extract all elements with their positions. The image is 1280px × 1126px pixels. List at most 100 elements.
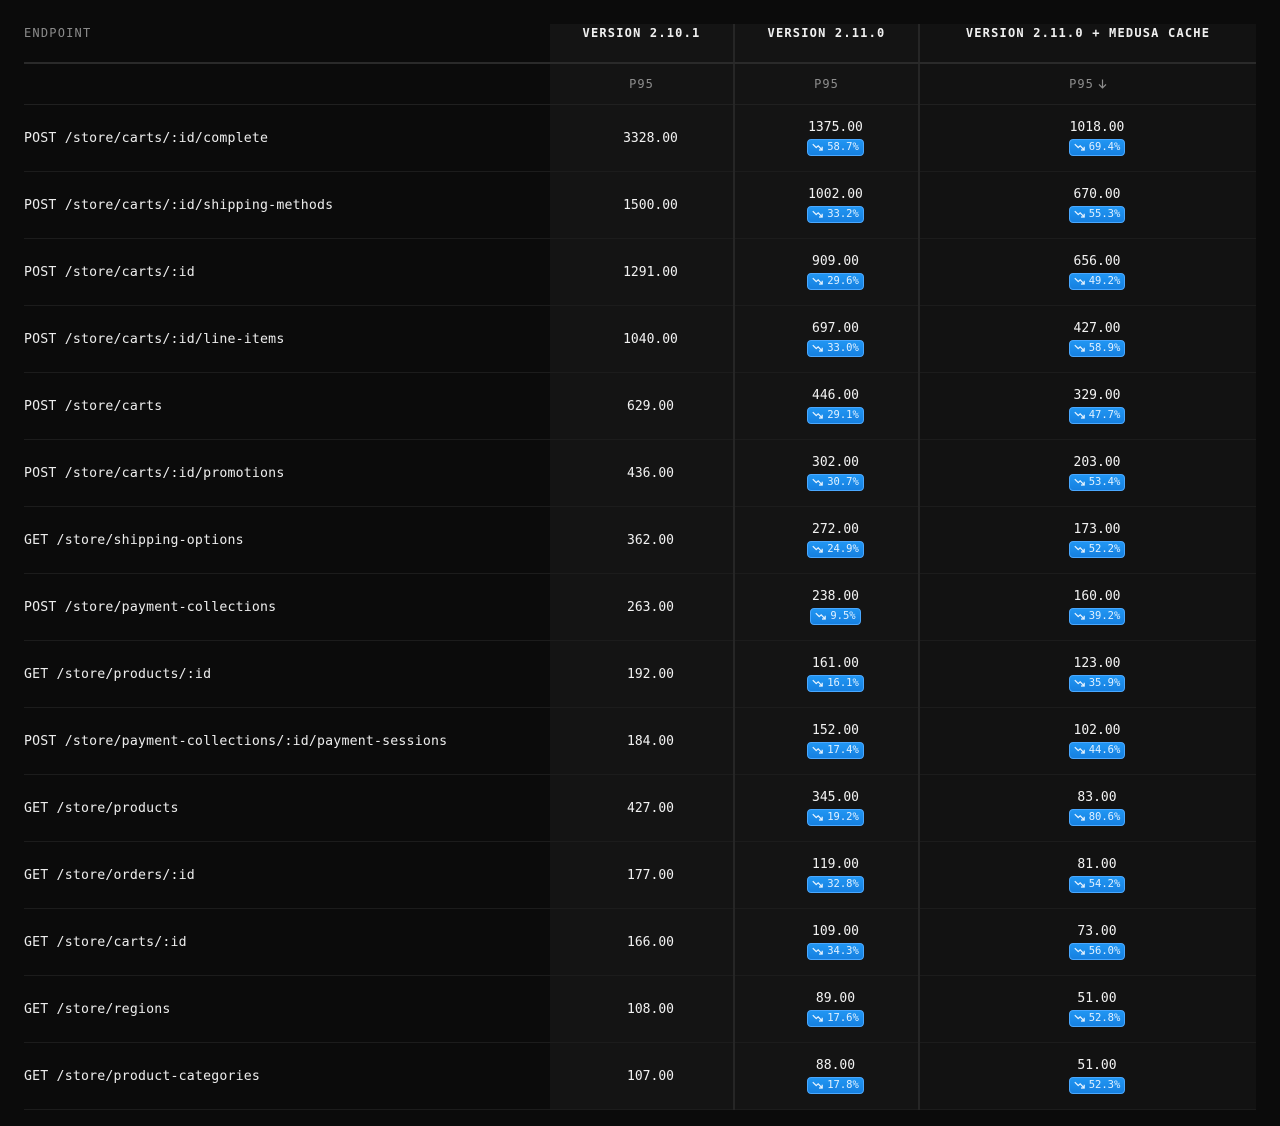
p95-v1-cell: 177.00: [550, 841, 734, 909]
subheader-p95-v2-label: P95: [814, 77, 839, 91]
p95-v3-value: 203.00: [1073, 455, 1121, 470]
p95-v1-value: 427.00: [627, 800, 674, 816]
p95-v2-value: 909.00: [812, 254, 859, 269]
trend-down-icon: [812, 143, 823, 151]
table-row: GET /store/product-categories 107.00 88.…: [24, 1042, 1256, 1110]
change-badge-v3-label: 52.3%: [1088, 1079, 1121, 1091]
change-badge-v3: 55.3%: [1068, 206, 1126, 223]
p95-v3-value: 160.00: [1073, 589, 1121, 604]
table-row: GET /store/orders/:id 177.00 119.00 32.8…: [24, 841, 1256, 909]
p95-v2-cell: 119.00 32.8%: [733, 841, 919, 909]
endpoint-cell: POST /store/payment-collections: [24, 573, 550, 641]
trend-down-icon: [1074, 746, 1085, 754]
trend-down-icon: [1074, 880, 1085, 888]
change-badge-v2-label: 33.0%: [827, 342, 859, 354]
p95-v1-cell: 192.00: [550, 640, 734, 708]
p95-v2-cell: 302.00 30.7%: [733, 439, 919, 507]
p95-v3-cell: 670.00 55.3%: [918, 171, 1256, 239]
p95-v1-cell: 184.00: [550, 707, 734, 775]
p95-v1-cell: 427.00: [550, 774, 734, 842]
change-badge-v3-label: 49.2%: [1088, 275, 1121, 287]
subheader-p95-v3[interactable]: P95: [918, 63, 1256, 105]
p95-v2-value: 109.00: [812, 924, 859, 939]
table-row: GET /store/regions 108.00 89.00 17.6% 51…: [24, 975, 1256, 1043]
table-row: GET /store/products/:id 192.00 161.00 16…: [24, 640, 1256, 708]
p95-v1-value: 1291.00: [623, 264, 678, 280]
p95-v2-cell: 109.00 34.3%: [733, 908, 919, 976]
endpoint-cell: GET /store/product-categories: [24, 1042, 550, 1110]
p95-v1-value: 362.00: [627, 532, 674, 548]
table-row: POST /store/carts 629.00 446.00 29.1% 32…: [24, 372, 1256, 440]
trend-down-icon: [1074, 210, 1085, 218]
endpoint-cell: POST /store/payment-collections/:id/paym…: [24, 707, 550, 775]
p95-v2-cell: 161.00 16.1%: [733, 640, 919, 708]
p95-v2-cell: 88.00 17.8%: [733, 1042, 919, 1110]
p95-v3-cell: 102.00 44.6%: [918, 707, 1256, 775]
p95-v2-value: 152.00: [812, 723, 859, 738]
change-badge-v3: 58.9%: [1068, 340, 1126, 357]
change-badge-v3: 49.2%: [1068, 273, 1126, 290]
endpoint-cell: POST /store/carts/:id/shipping-methods: [24, 171, 550, 239]
p95-v3-value: 173.00: [1073, 522, 1121, 537]
change-badge-v3-label: 44.6%: [1088, 744, 1121, 756]
p95-v1-cell: 1291.00: [550, 238, 734, 306]
change-badge-v2-label: 34.3%: [827, 945, 859, 957]
change-badge-v3: 35.9%: [1068, 675, 1126, 692]
p95-v1-value: 629.00: [627, 398, 674, 414]
p95-v3-value: 670.00: [1073, 187, 1121, 202]
p95-v3-value: 51.00: [1077, 991, 1117, 1006]
trend-down-icon: [812, 210, 823, 218]
endpoint-label: POST /store/carts/:id: [24, 264, 195, 280]
subheader-p95-v2[interactable]: P95: [733, 63, 919, 105]
trend-down-icon: [812, 277, 823, 285]
change-badge-v3-label: 55.3%: [1088, 208, 1121, 220]
change-badge-v2-label: 29.1%: [827, 409, 859, 421]
sort-descending-icon: [1098, 79, 1107, 89]
endpoint-cell: GET /store/orders/:id: [24, 841, 550, 909]
endpoint-label: GET /store/orders/:id: [24, 867, 195, 883]
change-badge-v2: 17.4%: [807, 742, 864, 759]
p95-v3-value: 123.00: [1073, 656, 1121, 671]
table-row: GET /store/carts/:id 166.00 109.00 34.3%…: [24, 908, 1256, 976]
p95-v2-cell: 1375.00 58.7%: [733, 104, 919, 172]
p95-v2-value: 697.00: [812, 321, 859, 336]
endpoint-label: POST /store/carts/:id/promotions: [24, 465, 285, 481]
p95-v2-value: 345.00: [812, 790, 859, 805]
change-badge-v2-label: 58.7%: [827, 141, 859, 153]
trend-down-icon: [812, 344, 823, 352]
endpoint-label: POST /store/carts/:id/line-items: [24, 331, 285, 347]
change-badge-v3-label: 52.8%: [1088, 1012, 1121, 1024]
endpoint-label: POST /store/payment-collections: [24, 599, 277, 615]
column-header-endpoint: ENDPOINT: [24, 24, 550, 64]
subheader-p95-v1-label: P95: [629, 77, 654, 91]
trend-down-icon: [1074, 1081, 1085, 1089]
p95-v3-cell: 203.00 53.4%: [918, 439, 1256, 507]
p95-v3-value: 102.00: [1073, 723, 1121, 738]
change-badge-v2: 32.8%: [807, 876, 864, 893]
p95-v1-value: 184.00: [627, 733, 674, 749]
p95-v1-value: 263.00: [627, 599, 674, 615]
subheader-p95-v1[interactable]: P95: [550, 63, 734, 105]
endpoint-cell: GET /store/carts/:id: [24, 908, 550, 976]
change-badge-v2: 33.0%: [807, 340, 864, 357]
change-badge-v3: 52.3%: [1068, 1077, 1126, 1094]
change-badge-v2-label: 17.8%: [827, 1079, 859, 1091]
table-row: POST /store/carts/:id/line-items 1040.00…: [24, 305, 1256, 373]
p95-v3-cell: 83.00 80.6%: [918, 774, 1256, 842]
change-badge-v3-label: 58.9%: [1088, 342, 1121, 354]
change-badge-v3: 53.4%: [1068, 474, 1126, 491]
trend-down-icon: [812, 1081, 823, 1089]
p95-v1-value: 1040.00: [623, 331, 678, 347]
trend-down-icon: [812, 478, 823, 486]
p95-v2-value: 119.00: [812, 857, 859, 872]
p95-v3-value: 51.00: [1077, 1058, 1117, 1073]
trend-down-icon: [815, 612, 827, 620]
trend-down-icon: [812, 411, 823, 419]
trend-down-icon: [812, 813, 823, 821]
p95-v3-cell: 173.00 52.2%: [918, 506, 1256, 574]
change-badge-v3-label: 47.7%: [1088, 409, 1121, 421]
change-badge-v3: 47.7%: [1068, 407, 1126, 424]
trend-down-icon: [812, 1014, 823, 1022]
change-badge-v2: 29.6%: [807, 273, 864, 290]
trend-down-icon: [1074, 478, 1085, 486]
